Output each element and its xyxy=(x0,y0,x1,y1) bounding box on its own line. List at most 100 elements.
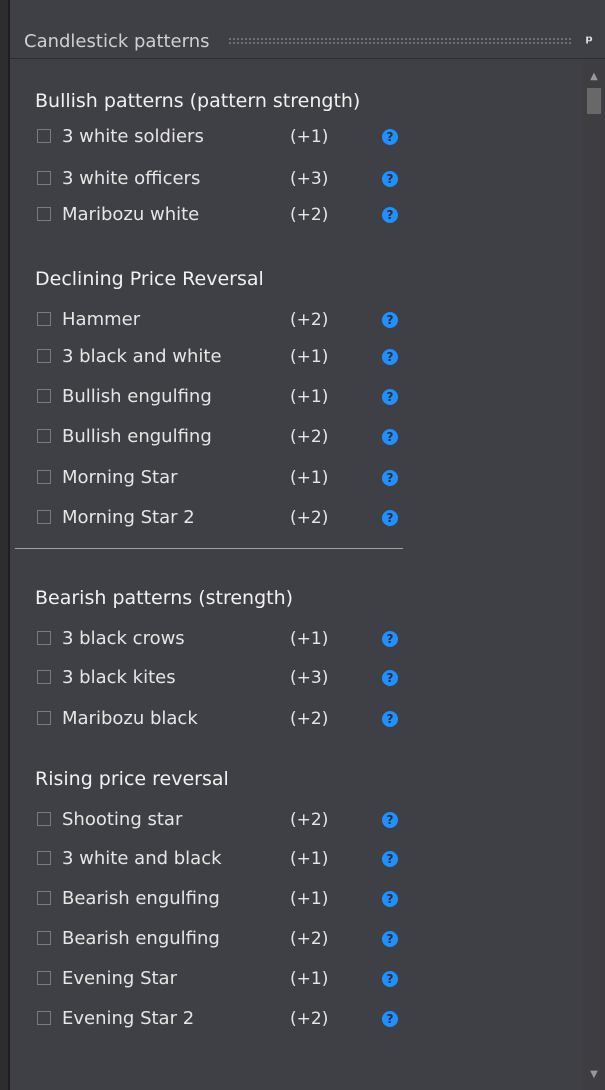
pattern-label: Evening Star 2 xyxy=(62,1008,195,1029)
drag-grip[interactable] xyxy=(227,37,572,45)
pattern-item[interactable]: Evening Star 2 (+2) ? xyxy=(35,1005,405,1033)
pattern-label: 3 white and black xyxy=(62,848,222,869)
pattern-strength: (+2) xyxy=(290,929,329,949)
help-icon[interactable]: ? xyxy=(382,129,398,145)
pattern-item[interactable]: Evening Star (+1) ? xyxy=(35,965,405,993)
help-icon[interactable]: ? xyxy=(382,429,398,445)
pattern-strength: (+1) xyxy=(290,849,329,869)
pattern-item[interactable]: 3 black kites (+3) ? xyxy=(35,664,405,692)
pattern-item[interactable]: Shooting star (+2) ? xyxy=(35,806,405,834)
candlestick-patterns-panel: Candlestick patterns ᵖ Bullish patterns … xyxy=(8,0,605,1090)
pattern-checkbox[interactable] xyxy=(37,207,51,221)
pattern-checkbox[interactable] xyxy=(37,631,51,645)
section-title-declining: Declining Price Reversal xyxy=(35,268,264,290)
help-icon[interactable]: ? xyxy=(382,631,398,647)
help-icon[interactable]: ? xyxy=(382,891,398,907)
pattern-strength: (+2) xyxy=(290,310,329,330)
pattern-label: 3 black kites xyxy=(62,667,176,688)
pattern-label: 3 white soldiers xyxy=(62,126,204,147)
pattern-item[interactable]: 3 white soldiers (+1) ? xyxy=(35,123,405,151)
pattern-label: Morning Star xyxy=(62,467,178,488)
pattern-strength: (+1) xyxy=(290,127,329,147)
pattern-strength: (+1) xyxy=(290,629,329,649)
pattern-item[interactable]: Bearish engulfing (+2) ? xyxy=(35,925,405,953)
pattern-item[interactable]: 3 black and white (+1) ? xyxy=(35,343,405,371)
pattern-item[interactable]: Morning Star (+1) ? xyxy=(35,464,405,492)
help-icon[interactable]: ? xyxy=(382,812,398,828)
pattern-label: 3 black crows xyxy=(62,628,185,649)
pattern-item[interactable]: Bullish engulfing (+2) ? xyxy=(35,423,405,451)
vertical-scrollbar[interactable]: ▲ ▼ xyxy=(583,60,605,1090)
pattern-checkbox[interactable] xyxy=(37,1011,51,1025)
pattern-item[interactable]: Maribozu black (+2) ? xyxy=(35,705,405,733)
pattern-item[interactable]: 3 white and black (+1) ? xyxy=(35,845,405,873)
pattern-label: 3 white officers xyxy=(62,168,201,189)
section-title-rising: Rising price reversal xyxy=(35,768,229,790)
pin-icon[interactable]: ᵖ xyxy=(585,32,593,51)
pattern-item[interactable]: 3 black crows (+1) ? xyxy=(35,625,405,653)
pattern-item[interactable]: Hammer (+2) ? xyxy=(35,306,405,334)
pattern-label: Maribozu black xyxy=(62,708,198,729)
pattern-strength: (+1) xyxy=(290,347,329,367)
pattern-checkbox[interactable] xyxy=(37,510,51,524)
pattern-checkbox[interactable] xyxy=(37,171,51,185)
pattern-strength: (+2) xyxy=(290,427,329,447)
help-icon[interactable]: ? xyxy=(382,931,398,947)
help-icon[interactable]: ? xyxy=(382,312,398,328)
scroll-thumb[interactable] xyxy=(587,88,601,114)
pattern-label: Bullish engulfing xyxy=(62,426,212,447)
pattern-label: Shooting star xyxy=(62,809,183,830)
pattern-item[interactable]: Morning Star 2 (+2) ? xyxy=(35,504,405,532)
pattern-checkbox[interactable] xyxy=(37,349,51,363)
pattern-checkbox[interactable] xyxy=(37,312,51,326)
section-title-bullish: Bullish patterns (pattern strength) xyxy=(35,90,361,112)
pattern-checkbox[interactable] xyxy=(37,851,51,865)
pattern-checkbox[interactable] xyxy=(37,971,51,985)
pattern-label: 3 black and white xyxy=(62,346,222,367)
pattern-strength: (+2) xyxy=(290,508,329,528)
help-icon[interactable]: ? xyxy=(382,851,398,867)
pattern-strength: (+1) xyxy=(290,387,329,407)
help-icon[interactable]: ? xyxy=(382,171,398,187)
pattern-strength: (+2) xyxy=(290,205,329,225)
help-icon[interactable]: ? xyxy=(382,389,398,405)
pattern-checkbox[interactable] xyxy=(37,931,51,945)
pattern-strength: (+2) xyxy=(290,810,329,830)
pattern-list: Bullish patterns (pattern strength) 3 wh… xyxy=(10,60,582,1090)
pattern-item[interactable]: Bearish engulfing (+1) ? xyxy=(35,885,405,913)
section-divider xyxy=(15,548,403,549)
pattern-label: Maribozu white xyxy=(62,204,200,225)
pattern-strength: (+1) xyxy=(290,969,329,989)
pattern-checkbox[interactable] xyxy=(37,812,51,826)
pattern-label: Bearish engulfing xyxy=(62,888,220,909)
panel-title-bar[interactable]: Candlestick patterns ᵖ xyxy=(10,24,605,59)
help-icon[interactable]: ? xyxy=(382,670,398,686)
pattern-label: Morning Star 2 xyxy=(62,507,195,528)
pattern-label: Bearish engulfing xyxy=(62,928,220,949)
pattern-checkbox[interactable] xyxy=(37,711,51,725)
help-icon[interactable]: ? xyxy=(382,711,398,727)
pattern-item[interactable]: 3 white officers (+3) ? xyxy=(35,165,405,193)
pattern-strength: (+3) xyxy=(290,169,329,189)
pattern-checkbox[interactable] xyxy=(37,470,51,484)
help-icon[interactable]: ? xyxy=(382,349,398,365)
pattern-item[interactable]: Bullish engulfing (+1) ? xyxy=(35,383,405,411)
help-icon[interactable]: ? xyxy=(382,971,398,987)
panel-title: Candlestick patterns xyxy=(24,30,210,52)
scroll-down-icon[interactable]: ▼ xyxy=(583,1064,605,1086)
help-icon[interactable]: ? xyxy=(382,1011,398,1027)
pattern-checkbox[interactable] xyxy=(37,670,51,684)
pattern-strength: (+2) xyxy=(290,1009,329,1029)
help-icon[interactable]: ? xyxy=(382,207,398,223)
scroll-up-icon[interactable]: ▲ xyxy=(583,66,605,88)
pattern-checkbox[interactable] xyxy=(37,389,51,403)
pattern-item[interactable]: Maribozu white (+2) ? xyxy=(35,201,405,229)
help-icon[interactable]: ? xyxy=(382,510,398,526)
pattern-checkbox[interactable] xyxy=(37,429,51,443)
pattern-checkbox[interactable] xyxy=(37,129,51,143)
pattern-checkbox[interactable] xyxy=(37,891,51,905)
section-title-bearish: Bearish patterns (strength) xyxy=(35,587,294,609)
pattern-strength: (+1) xyxy=(290,889,329,909)
help-icon[interactable]: ? xyxy=(382,470,398,486)
pattern-label: Hammer xyxy=(62,309,141,330)
